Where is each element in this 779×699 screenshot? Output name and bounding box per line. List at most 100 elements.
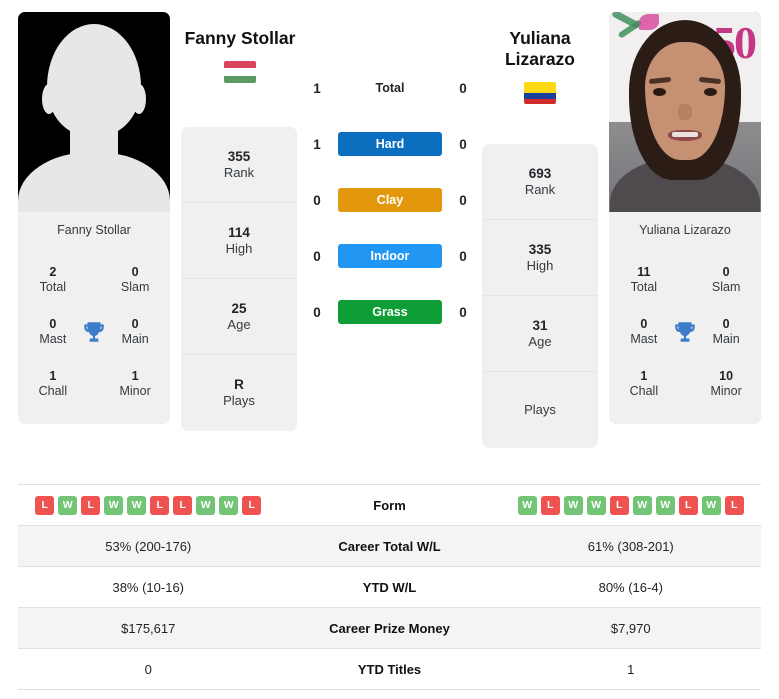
form-badge-loss: L	[173, 495, 193, 515]
stat-column-right: 693 Rank 335 High 31 Age Plays	[482, 144, 598, 448]
stat-rank-right: 693 Rank	[482, 144, 598, 220]
h2h-right-grass: 0	[459, 304, 467, 320]
head-to-head-column: 1 Total 0 1 Hard 0 0 Clay 0 0 Indoor 0 0…	[305, 60, 475, 340]
player-card-right[interactable]: 50 Yuliana Lizarazo 11 Total 0 Slam 0 Ma…	[609, 12, 761, 424]
form-badge-loss: L	[678, 495, 698, 515]
career-total-wl-right: 61% (308-201)	[587, 538, 674, 554]
titles-minor-left: 1 Minor	[119, 369, 151, 398]
table-row-ytd-wl: 38% (10-16) YTD W/L 80% (16-4)	[18, 567, 761, 608]
surface-badge-hard[interactable]: Hard	[338, 132, 442, 156]
career-prize-money-left: $175,617	[121, 620, 176, 636]
titles-row-bottom: 1 Chall 10 Minor	[609, 358, 761, 410]
titles-mast-right: 0 Mast	[630, 317, 658, 346]
hungary-flag-icon	[224, 61, 256, 83]
titles-row-middle: 0 Mast 0 Main	[609, 306, 761, 358]
comparison-stat-table: LWLWWLLWWL Form WLWWLWWLWL 53% (200-176)…	[18, 484, 761, 690]
form-badge-win: W	[58, 495, 78, 515]
titles-grid-left: 2 Total 0 Slam 0 Mast 0 Main 1 Chall 1 M…	[18, 248, 170, 424]
trophy-icon	[669, 319, 702, 345]
stat-column-left: 355 Rank 114 High 25 Age R Plays	[181, 127, 297, 431]
surface-badge-grass[interactable]: Grass	[338, 300, 442, 324]
titles-row-middle: 0 Mast 0 Main	[18, 306, 170, 358]
titles-slam-left: 0 Slam	[120, 265, 150, 294]
ytd-wl-left: 38% (10-16)	[112, 579, 185, 595]
form-left: LWLWWLLWWL	[18, 495, 279, 515]
player-name-left[interactable]: Fanny Stollar	[155, 28, 325, 49]
h2h-label-clay: Clay	[338, 188, 442, 212]
form-badge-win: W	[127, 495, 147, 515]
titles-main-right: 0 Main	[712, 317, 740, 346]
form-badge-win: W	[586, 495, 606, 515]
form-badge-win: W	[196, 495, 216, 515]
stat-plays-right: Plays	[524, 402, 556, 418]
titles-chall-left: 1 Chall	[38, 369, 68, 398]
form-badge-loss: L	[242, 495, 262, 515]
h2h-left-indoor: 0	[313, 248, 321, 264]
stat-age-left: 25 Age	[181, 279, 297, 355]
table-label-career-total-wl: Career Total W/L	[338, 538, 441, 554]
form-badge-win: W	[563, 495, 583, 515]
titles-slam-right: 0 Slam	[711, 265, 741, 294]
form-badge-win: W	[219, 495, 239, 515]
h2h-left-total: 1	[313, 80, 321, 96]
player-name-right-line2[interactable]: Lizarazo	[455, 49, 625, 70]
h2h-right-indoor: 0	[459, 248, 467, 264]
h2h-row-clay: 0 Clay 0	[305, 172, 475, 228]
form-strip-right: WLWWLWWLWL	[501, 495, 762, 515]
stat-high-right: 335 High	[482, 220, 598, 296]
form-badge-win: W	[517, 495, 537, 515]
colombia-flag-icon	[524, 82, 556, 104]
player-photo-caption-left: Fanny Stollar	[18, 212, 170, 248]
surface-badge-clay[interactable]: Clay	[338, 188, 442, 212]
player-photo-left[interactable]	[18, 12, 170, 212]
form-badge-loss: L	[609, 495, 629, 515]
h2h-row-grass: 0 Grass 0	[305, 284, 475, 340]
player-name-right-line1[interactable]: Yuliana	[455, 28, 625, 49]
h2h-right-clay: 0	[459, 192, 467, 208]
stat-high-left: 114 High	[181, 203, 297, 279]
surface-badge-indoor[interactable]: Indoor	[338, 244, 442, 268]
form-right: WLWWLWWLWL	[501, 495, 762, 515]
silhouette-placeholder-icon	[18, 12, 170, 212]
form-badge-win: W	[655, 495, 675, 515]
stat-age-right: 31 Age	[482, 296, 598, 372]
table-label-form: Form	[373, 497, 406, 513]
ytd-titles-right: 1	[627, 661, 635, 677]
table-label-career-prize-money: Career Prize Money	[329, 620, 450, 636]
form-badge-loss: L	[540, 495, 560, 515]
table-row-career-prize-money: $175,617 Career Prize Money $7,970	[18, 608, 761, 649]
h2h-right-total: 0	[459, 80, 467, 96]
player-header-left: Fanny Stollar	[155, 28, 325, 83]
titles-grid-right: 11 Total 0 Slam 0 Mast 0 Main 1 Chall 10…	[609, 248, 761, 424]
titles-row-bottom: 1 Chall 1 Minor	[18, 358, 170, 410]
table-row-career-total-wl: 53% (200-176) Career Total W/L 61% (308-…	[18, 526, 761, 567]
stat-rank-left: 355 Rank	[181, 127, 297, 203]
form-badge-loss: L	[724, 495, 744, 515]
titles-row-top: 11 Total 0 Slam	[609, 254, 761, 306]
titles-total-right: 11 Total	[630, 265, 658, 294]
h2h-row-indoor: 0 Indoor 0	[305, 228, 475, 284]
table-label-ytd-titles: YTD Titles	[357, 661, 422, 677]
player-photo-caption-right: Yuliana Lizarazo	[609, 212, 761, 248]
titles-mast-left: 0 Mast	[39, 317, 67, 346]
form-badge-win: W	[701, 495, 721, 515]
h2h-label-total: Total	[375, 81, 405, 95]
titles-chall-right: 1 Chall	[629, 369, 659, 398]
player-photo-right[interactable]: 50	[609, 12, 761, 212]
ytd-wl-right: 80% (16-4)	[598, 579, 663, 595]
form-badge-win: W	[104, 495, 124, 515]
form-badge-loss: L	[35, 495, 55, 515]
form-badge-loss: L	[150, 495, 170, 515]
table-label-ytd-wl: YTD W/L	[362, 579, 417, 595]
trophy-icon	[78, 319, 111, 345]
table-row-form: LWLWWLLWWL Form WLWWLWWLWL	[18, 485, 761, 526]
career-total-wl-left: 53% (200-176)	[105, 538, 192, 554]
career-prize-money-right: $7,970	[610, 620, 651, 636]
h2h-row-hard: 1 Hard 0	[305, 116, 475, 172]
h2h-label-grass: Grass	[338, 300, 442, 324]
h2h-left-clay: 0	[313, 192, 321, 208]
player-card-left[interactable]: Fanny Stollar 2 Total 0 Slam 0 Mast 0 Ma…	[18, 12, 170, 424]
player-header-right: Yuliana Lizarazo	[455, 28, 625, 104]
h2h-row-total: 1 Total 0	[305, 60, 475, 116]
player-portrait-image: 50	[609, 12, 761, 212]
